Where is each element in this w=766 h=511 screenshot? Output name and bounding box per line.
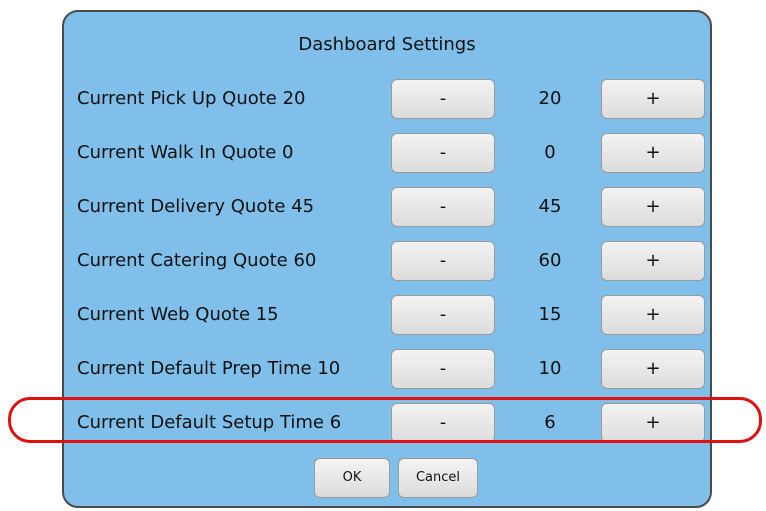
setting-value: 0 (544, 142, 556, 163)
increase-button[interactable]: + (601, 349, 705, 389)
setting-label: Current Walk In Quote 0 (77, 142, 294, 163)
dialog-title: Dashboard Settings (298, 34, 476, 55)
decrease-button[interactable]: - (391, 349, 495, 389)
decrease-button[interactable]: - (391, 133, 495, 173)
setting-row-default-prep-time: Current Default Prep Time 10 - 10 + (64, 347, 710, 391)
ok-button[interactable]: OK (314, 458, 390, 498)
increase-button[interactable]: + (601, 403, 705, 443)
increase-button[interactable]: + (601, 241, 705, 281)
setting-value: 20 (538, 88, 562, 109)
dashboard-settings-dialog: Dashboard Settings Current Pick Up Quote… (62, 10, 712, 508)
decrease-button[interactable]: - (391, 295, 495, 335)
setting-row-default-setup-time: Current Default Setup Time 6 - 6 + (64, 401, 710, 445)
decrease-button[interactable]: - (391, 241, 495, 281)
setting-label: Current Delivery Quote 45 (77, 196, 315, 217)
increase-button[interactable]: + (601, 79, 705, 119)
setting-value: 15 (538, 304, 562, 325)
setting-value: 60 (538, 250, 562, 271)
setting-row-delivery-quote: Current Delivery Quote 45 - 45 + (64, 185, 710, 229)
setting-label: Current Default Prep Time 10 (77, 358, 341, 379)
increase-button[interactable]: + (601, 187, 705, 227)
cancel-button[interactable]: Cancel (398, 458, 478, 498)
decrease-button[interactable]: - (391, 187, 495, 227)
setting-value: 45 (538, 196, 562, 217)
setting-value: 10 (538, 358, 562, 379)
increase-button[interactable]: + (601, 295, 705, 335)
setting-row-pick-up-quote: Current Pick Up Quote 20 - 20 + (64, 77, 710, 121)
setting-row-web-quote: Current Web Quote 15 - 15 + (64, 293, 710, 337)
setting-row-walk-in-quote: Current Walk In Quote 0 - 0 + (64, 131, 710, 175)
setting-row-catering-quote: Current Catering Quote 60 - 60 + (64, 239, 710, 283)
setting-label: Current Pick Up Quote 20 (77, 88, 306, 109)
increase-button[interactable]: + (601, 133, 705, 173)
setting-label: Current Web Quote 15 (77, 304, 279, 325)
setting-label: Current Catering Quote 60 (77, 250, 317, 271)
decrease-button[interactable]: - (391, 403, 495, 443)
setting-label: Current Default Setup Time 6 (77, 412, 342, 433)
decrease-button[interactable]: - (391, 79, 495, 119)
setting-value: 6 (544, 412, 556, 433)
